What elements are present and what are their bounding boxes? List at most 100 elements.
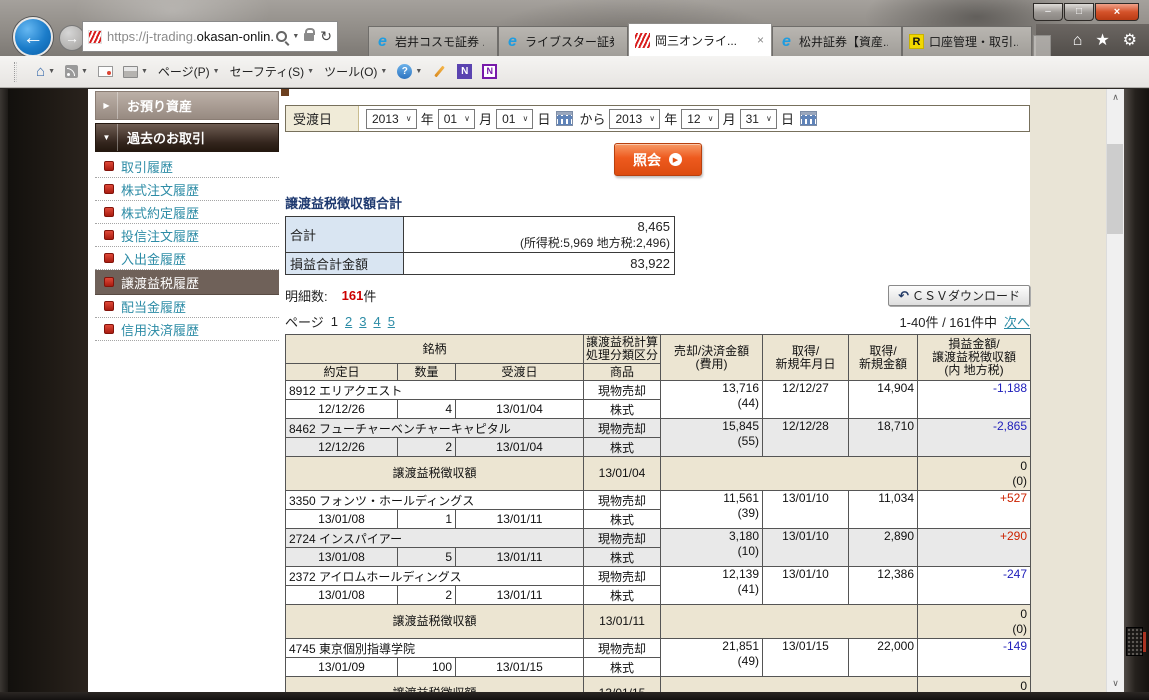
refresh-icon[interactable]: ↻	[320, 28, 332, 45]
page-menu[interactable]: ページ(P)▼	[153, 60, 225, 83]
col-settle-date: 受渡日	[456, 364, 584, 381]
chevron-down-icon: ∨	[645, 110, 659, 128]
sidebar-section-header[interactable]: ▼ 過去のお取引	[95, 123, 279, 152]
to-day-select[interactable]: 31∨	[740, 109, 777, 129]
tab-close-icon[interactable]: ×	[756, 33, 765, 47]
sidebar-menu-item[interactable]: 取引履歴	[95, 155, 279, 178]
sidebar-menu-item[interactable]: 配当金履歴	[95, 295, 279, 318]
quantity: 2	[398, 586, 456, 605]
tax-history-table: 銘柄 譲渡益税計算 処理分類区分 売却/決済金額 (費用) 取得/ 新規年月日 …	[285, 334, 1031, 692]
sidebar-section-header[interactable]: ▶ お預り資産	[95, 91, 279, 120]
page-number[interactable]: 5	[388, 314, 395, 329]
acquire-amount: 18,710	[849, 419, 918, 457]
tab-title: 口座管理・取引...	[929, 33, 1018, 50]
summary-title: 譲渡益税徴収額合計	[285, 193, 1030, 212]
new-tab-button[interactable]	[1033, 35, 1051, 56]
chevron-down-icon: ∨	[762, 110, 776, 128]
sidebar-menu-item[interactable]: 譲渡益税履歴	[95, 270, 279, 295]
mail-icon	[98, 66, 113, 77]
trade-date: 13/01/08	[286, 510, 398, 529]
minimize-button[interactable]: –	[1033, 3, 1063, 21]
browser-tab[interactable]: e 岩井コスモ証券 ...	[368, 26, 498, 56]
calendar-icon[interactable]	[556, 111, 573, 126]
page-number[interactable]: 1	[331, 314, 338, 329]
page-number[interactable]: 2	[345, 314, 352, 329]
query-button[interactable]: 照会▶	[614, 143, 702, 176]
trade-category: 現物売却	[584, 381, 661, 400]
sell-amount: 12,139	[664, 567, 759, 582]
page-right-background	[1030, 89, 1106, 692]
subtotal-sub: (0)	[921, 622, 1027, 637]
from-day-select[interactable]: 01∨	[496, 109, 533, 129]
sidebar-menu-item[interactable]: 株式約定履歴	[95, 201, 279, 224]
col-trade-date: 約定日	[286, 364, 398, 381]
help-icon: ?	[397, 64, 412, 79]
acquire-amount: 22,000	[849, 639, 918, 677]
onenote-linked-icon: N	[482, 64, 497, 79]
linked-notes-button[interactable]: N	[477, 61, 502, 82]
detail-count-label: 明細数:	[285, 286, 328, 305]
sell-amount-cell: 13,716 (44)	[661, 381, 763, 419]
sidebar-menu-item[interactable]: 株式注文履歴	[95, 178, 279, 201]
sidebar-menu-item[interactable]: 投信注文履歴	[95, 224, 279, 247]
browser-tab[interactable]: e ライブスター証券	[498, 26, 628, 56]
trade-date: 13/01/08	[286, 586, 398, 605]
sidebar-menu-item[interactable]: 信用決済履歴	[95, 318, 279, 341]
page-number[interactable]: 4	[373, 314, 380, 329]
read-mail-button[interactable]	[93, 63, 118, 80]
help-menu[interactable]: ?▼	[392, 61, 427, 82]
snipping-pen-button[interactable]	[427, 62, 452, 81]
home-icon[interactable]: ⌂	[1073, 31, 1083, 51]
acquire-amount: 14,904	[849, 381, 918, 419]
sell-amount-cell: 15,845 (55)	[661, 419, 763, 457]
send-to-onenote-button[interactable]: N	[452, 61, 477, 82]
next-page-link[interactable]: 次へ	[1004, 312, 1030, 331]
sidebar-menu-item[interactable]: 入出金履歴	[95, 247, 279, 270]
csv-download-button[interactable]: ↶ ＣＳＶダウンロード	[888, 285, 1030, 306]
subtotal-date: 13/01/04	[584, 457, 661, 491]
page-label: ページ	[285, 312, 324, 331]
feeds-button[interactable]: ▼	[60, 62, 93, 81]
chevron-down-icon: ∨	[518, 110, 532, 128]
print-button[interactable]: ▼	[118, 63, 153, 81]
subtotal-date: 13/01/11	[584, 605, 661, 639]
acquire-date: 12/12/28	[763, 419, 849, 457]
tax-subtotal-row: 譲渡益税徴収額 13/01/11 0 (0)	[286, 605, 1031, 639]
from-year-select[interactable]: 2013∨	[366, 109, 417, 129]
url-text[interactable]: https://j-trading.okasan-onlin...	[107, 29, 274, 44]
back-button[interactable]: ←	[13, 17, 53, 57]
scroll-up-icon[interactable]: ∧	[1107, 89, 1124, 106]
detail-count-unit: 件	[363, 286, 376, 305]
calendar-icon[interactable]	[800, 111, 817, 126]
scrollbar-thumb[interactable]	[1107, 144, 1123, 234]
maximize-button[interactable]: □	[1064, 3, 1094, 21]
to-year-select[interactable]: 2013∨	[609, 109, 660, 129]
browser-tab[interactable]: e 松井証券【資産...	[772, 26, 902, 56]
browser-tab[interactable]: 岡三オンライ... ×	[628, 23, 772, 56]
safety-menu[interactable]: セーフティ(S)▼	[225, 60, 320, 83]
page-number[interactable]: 3	[359, 314, 366, 329]
browser-tab[interactable]: R 口座管理・取引...	[902, 26, 1032, 56]
sell-fee: (41)	[664, 582, 759, 597]
from-month-select[interactable]: 01∨	[438, 109, 475, 129]
sell-amount: 13,716	[664, 381, 759, 396]
window-frame-bottom	[0, 692, 1149, 700]
to-month-select[interactable]: 12∨	[681, 109, 718, 129]
tools-menu[interactable]: ツール(O)▼	[319, 60, 392, 83]
favorites-star-icon[interactable]: ★	[1095, 31, 1109, 51]
pl-total-label: 損益合計金額	[286, 253, 404, 275]
main-content: 受渡日 2013∨ 年 01∨ 月 01∨ 日 から 2013∨ 年 12∨ 月…	[285, 89, 1030, 692]
close-button[interactable]: ×	[1095, 3, 1139, 21]
trade-category: 現物売却	[584, 567, 661, 586]
scroll-down-icon[interactable]: ∨	[1107, 675, 1124, 692]
subtotal-value-cell: 0 (0)	[918, 605, 1031, 639]
download-arrow-icon: ↶	[898, 288, 909, 304]
sell-amount-cell: 11,561 (39)	[661, 491, 763, 529]
chevron-down-icon[interactable]: ▼	[292, 33, 299, 40]
chevron-down-icon: ▼	[81, 68, 88, 75]
settings-gear-icon[interactable]: ⚙	[1123, 31, 1137, 51]
address-bar[interactable]: https://j-trading.okasan-onlin... ▼ ↻	[82, 21, 338, 52]
home-menu-button[interactable]: ⌂▼	[31, 62, 60, 82]
search-icon[interactable]	[276, 31, 287, 42]
pagination-row: ページ 1 2 3 4 5 1-40件 / 161件中 次へ	[285, 312, 1030, 331]
